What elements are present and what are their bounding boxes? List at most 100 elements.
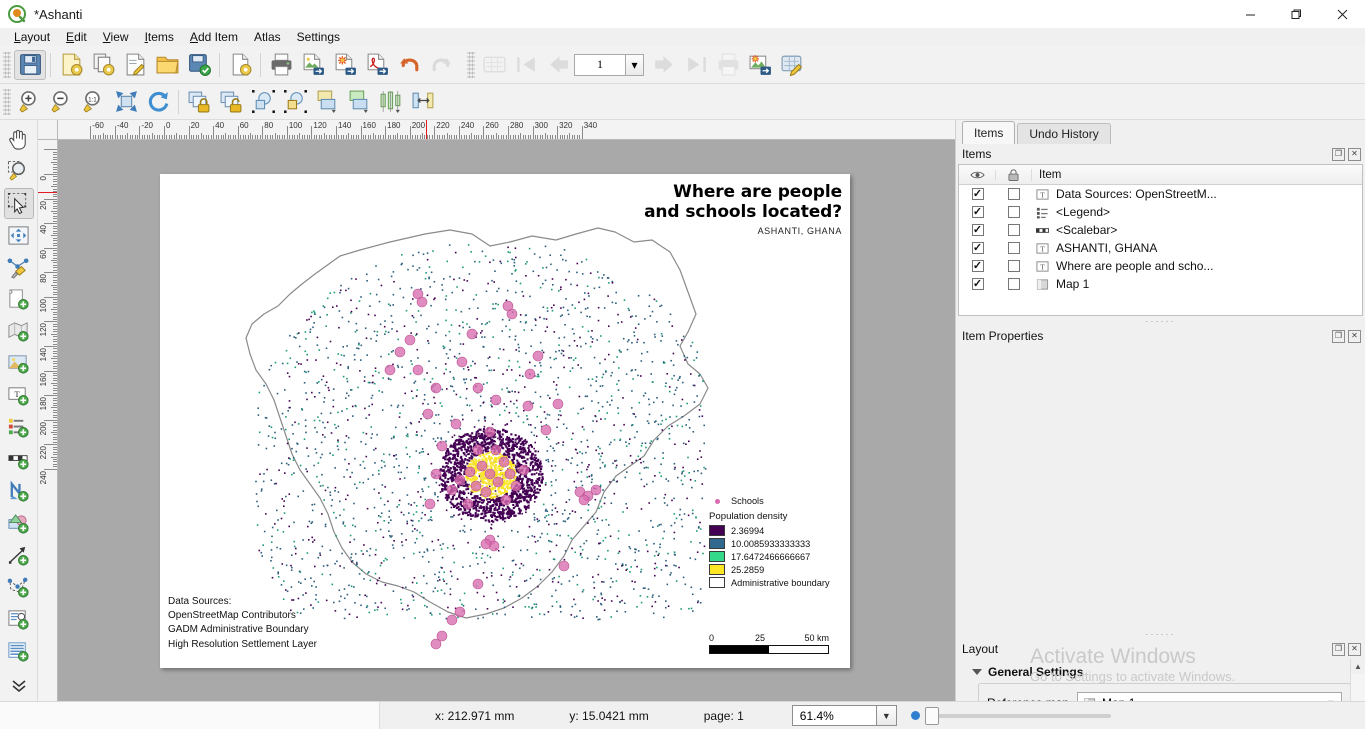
raise-items-button[interactable] <box>311 87 343 117</box>
table-row[interactable]: ✓ T Where are people and scho... <box>959 257 1362 275</box>
row-visibility-checkbox[interactable]: ✓ <box>971 206 984 218</box>
maximize-button[interactable] <box>1273 0 1319 28</box>
toolbar-grip[interactable] <box>3 51 11 78</box>
atlas-next-feature-button[interactable] <box>648 50 680 80</box>
group-items-button[interactable] <box>247 87 279 117</box>
map-title-text[interactable]: Where are people and schools located? <box>644 182 842 222</box>
row-lock-checkbox[interactable] <box>1008 242 1020 254</box>
map-legend-item[interactable]: Schools Population density 2.36994 10.00… <box>709 496 849 590</box>
select-move-item-tool[interactable] <box>3 188 34 219</box>
row-lock-checkbox[interactable] <box>1008 260 1020 272</box>
items-panel-close-icon[interactable]: ✕ <box>1348 147 1361 161</box>
toolbar-grip-atlas[interactable] <box>467 51 475 78</box>
row-lock-checkbox[interactable] <box>1008 188 1020 200</box>
add-legend-tool[interactable] <box>4 412 34 443</box>
atlas-feature-spinbox[interactable]: 1 ▾ <box>574 53 644 76</box>
undo-button[interactable] <box>393 50 425 80</box>
edit-nodes-tool[interactable] <box>4 252 34 283</box>
atlas-export-image-button[interactable] <box>744 50 776 80</box>
export-pdf-button[interactable] <box>361 50 393 80</box>
table-row[interactable]: ✓ <Legend> <box>959 203 1362 221</box>
panel-splitter-items[interactable]: ······ <box>956 316 1365 326</box>
item-properties-close-icon[interactable]: ✕ <box>1348 329 1361 343</box>
row-visibility-checkbox[interactable]: ✓ <box>971 224 984 236</box>
zoom-level-combobox[interactable]: 61.4% ▼ <box>791 705 897 726</box>
row-visibility-checkbox[interactable]: ✓ <box>971 260 984 272</box>
close-button[interactable] <box>1319 0 1365 28</box>
zoom-full-button[interactable] <box>110 87 142 117</box>
items-panel-float-icon[interactable]: ❐ <box>1332 147 1345 161</box>
atlas-settings-button[interactable] <box>776 50 808 80</box>
menu-add-item[interactable]: Add Item <box>182 28 246 46</box>
duplicate-layout-button[interactable] <box>87 50 119 80</box>
add-html-tool[interactable] <box>4 604 34 635</box>
move-item-content-tool[interactable] <box>4 220 34 251</box>
add-map-tool[interactable] <box>4 316 34 347</box>
tab-items[interactable]: Items <box>962 121 1016 144</box>
layout-canvas[interactable]: Where are people and schools located? AS… <box>58 140 955 709</box>
pan-layout-tool[interactable] <box>4 124 34 155</box>
layout-manager-button[interactable] <box>119 50 151 80</box>
row-lock-checkbox[interactable] <box>1008 224 1020 236</box>
refresh-view-button[interactable] <box>142 87 174 117</box>
export-image-button[interactable] <box>297 50 329 80</box>
row-visibility-checkbox[interactable]: ✓ <box>971 188 984 200</box>
menu-settings[interactable]: Settings <box>289 28 348 46</box>
add-picture-tool[interactable] <box>4 348 34 379</box>
tab-undo-history[interactable]: Undo History <box>1017 123 1111 144</box>
table-row[interactable]: ✓ T ASHANTI, GHANA <box>959 239 1362 257</box>
add-arrow-tool[interactable] <box>4 540 34 571</box>
zoom-slider-handle[interactable] <box>924 706 939 725</box>
menu-edit[interactable]: Edit <box>58 28 95 46</box>
atlas-preview-button[interactable] <box>478 50 510 80</box>
menu-view[interactable]: View <box>95 28 137 46</box>
general-settings-group-header[interactable]: General Settings <box>956 659 1365 683</box>
add-page-tool[interactable] <box>4 284 34 315</box>
redo-button[interactable] <box>425 50 457 80</box>
add-north-arrow-tool[interactable] <box>4 476 34 507</box>
export-svg-button[interactable] <box>329 50 361 80</box>
row-visibility-checkbox[interactable]: ✓ <box>971 242 984 254</box>
atlas-prev-feature-button[interactable] <box>542 50 574 80</box>
zoom-slider[interactable] <box>910 706 1111 726</box>
menu-items[interactable]: Items <box>137 28 182 46</box>
atlas-first-feature-button[interactable] <box>510 50 542 80</box>
print-button[interactable] <box>265 50 297 80</box>
minimize-button[interactable] <box>1227 0 1273 28</box>
zoom-in-button[interactable] <box>14 87 46 117</box>
menu-atlas[interactable]: Atlas <box>246 28 289 46</box>
new-layout-button[interactable] <box>55 50 87 80</box>
zoom-tool[interactable] <box>4 156 34 187</box>
lock-items-button[interactable] <box>183 87 215 117</box>
toolbar-grip-nav[interactable] <box>3 88 11 115</box>
scroll-up-icon[interactable]: ▲ <box>1351 659 1365 674</box>
chevron-down-icon[interactable] <box>972 669 982 675</box>
zoom-actual-button[interactable]: 1:1 <box>78 87 110 117</box>
chevron-down-icon[interactable]: ▼ <box>876 705 897 726</box>
lower-items-button[interactable] <box>343 87 375 117</box>
data-sources-text[interactable]: Data Sources: OpenStreetMap Contributors… <box>168 595 317 652</box>
item-properties-float-icon[interactable]: ❐ <box>1332 329 1345 343</box>
layout-page[interactable]: Where are people and schools located? AS… <box>160 174 850 668</box>
add-label-tool[interactable]: T <box>4 380 34 411</box>
table-row[interactable]: ✓ T Data Sources: OpenStreetM... <box>959 185 1362 203</box>
items-table[interactable]: Item ✓ T Data Sources: OpenStreetM... ✓ <box>958 164 1363 316</box>
zoom-slider-track[interactable] <box>924 713 1111 718</box>
zoom-level-value[interactable]: 61.4% <box>791 705 877 726</box>
unlock-items-button[interactable] <box>215 87 247 117</box>
add-shape-tool[interactable] <box>4 508 34 539</box>
more-tools-button[interactable] <box>4 670 34 701</box>
atlas-print-button[interactable] <box>712 50 744 80</box>
layout-panel-close-icon[interactable]: ✕ <box>1348 642 1361 656</box>
menu-layout[interactable]: LLayoutayout <box>6 28 58 46</box>
new-report-button[interactable] <box>224 50 256 80</box>
row-visibility-checkbox[interactable]: ✓ <box>971 278 984 290</box>
panel-splitter-layout[interactable]: ······ <box>956 629 1365 639</box>
save-layout-button[interactable] <box>14 49 46 80</box>
add-node-item-tool[interactable] <box>4 572 34 603</box>
atlas-feature-dropdown-arrow[interactable]: ▾ <box>626 53 644 76</box>
distribute-items-button[interactable] <box>407 87 439 117</box>
ungroup-items-button[interactable] <box>279 87 311 117</box>
row-lock-checkbox[interactable] <box>1008 206 1020 218</box>
save-template-button[interactable] <box>183 50 215 80</box>
